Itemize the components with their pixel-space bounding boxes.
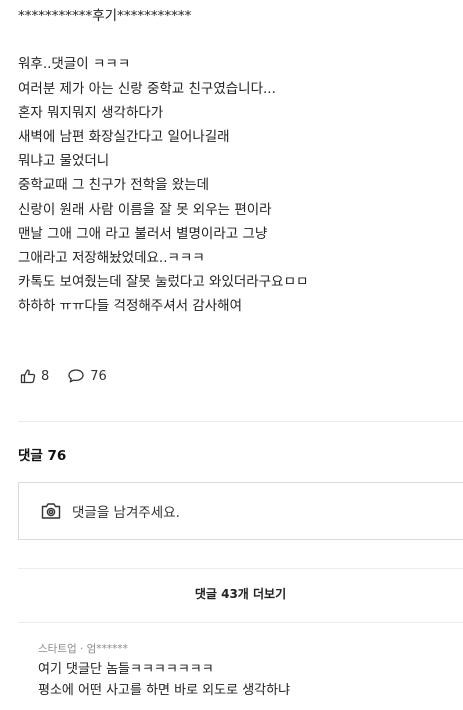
speech-bubble-icon (67, 368, 90, 384)
post-line: 여러분 제가 아는 신랑 중학교 친구였습니다... (18, 80, 276, 97)
post-line: 워후..댓글이 ㅋㅋㅋ (18, 56, 131, 73)
comment-count: 76 (90, 368, 107, 384)
post-line: 중학교때 그 친구가 전학을 왔는데 (18, 177, 210, 194)
comment-input-placeholder: 댓글을 남겨주세요. (72, 505, 180, 521)
comment-line: 평소에 어떤 사고를 하면 바로 외도로 생각하냐 (38, 683, 291, 698)
post-line: 카톡도 보여줬는데 잘못 눌렀다고 와있더라구요ㅁㅁ (18, 274, 309, 291)
post-line: 혼자 뭐지뭐지 생각하다가 (18, 104, 164, 121)
post-line: 뭐냐고 물었더니 (18, 153, 110, 170)
post-line: 맨날 그애 그애 라고 불러서 별명이라고 그냥 (18, 225, 268, 242)
post-line: 새벽에 남편 화장실간다고 일어나길래 (18, 128, 230, 145)
like-button[interactable]: 8 (20, 368, 49, 384)
post-line: 그애라고 저장해놨었데요..ㅋㅋㅋ (18, 249, 205, 266)
thumbs-up-icon (20, 368, 41, 384)
divider (18, 421, 463, 422)
comment-count-button[interactable]: 76 (67, 368, 107, 384)
post-line (18, 28, 458, 52)
comment-author-meta: 스타트업 · 엄****** (38, 643, 128, 655)
post-line: 신랑이 원래 사람 이름을 잘 못 외우는 편이라 (18, 201, 272, 218)
post-body: ***********후기*********** 워후..댓글이 ㅋㅋㅋ 여러분… (18, 4, 458, 318)
divider (18, 568, 463, 569)
divider (18, 622, 463, 623)
comments-heading: 댓글 76 (18, 448, 67, 464)
comment-body: 여기 댓글단 놈들ㅋㅋㅋㅋㅋㅋㅋ 평소에 어떤 사고를 하면 바로 외도로 생각… (38, 659, 290, 701)
camera-icon[interactable] (41, 502, 72, 520)
reaction-bar: 8 76 (20, 366, 125, 386)
comment-input[interactable]: 댓글을 남겨주세요. (18, 482, 463, 540)
post-line: ***********후기*********** (18, 8, 192, 24)
more-comments-button[interactable]: 댓글 43개 더보기 (18, 585, 463, 602)
comment-line: 여기 댓글단 놈들ㅋㅋㅋㅋㅋㅋㅋ (38, 662, 214, 677)
post-line: 하하하 ㅠㅠ다들 걱정해주셔서 감사해여 (18, 298, 243, 315)
like-count: 8 (41, 368, 50, 384)
